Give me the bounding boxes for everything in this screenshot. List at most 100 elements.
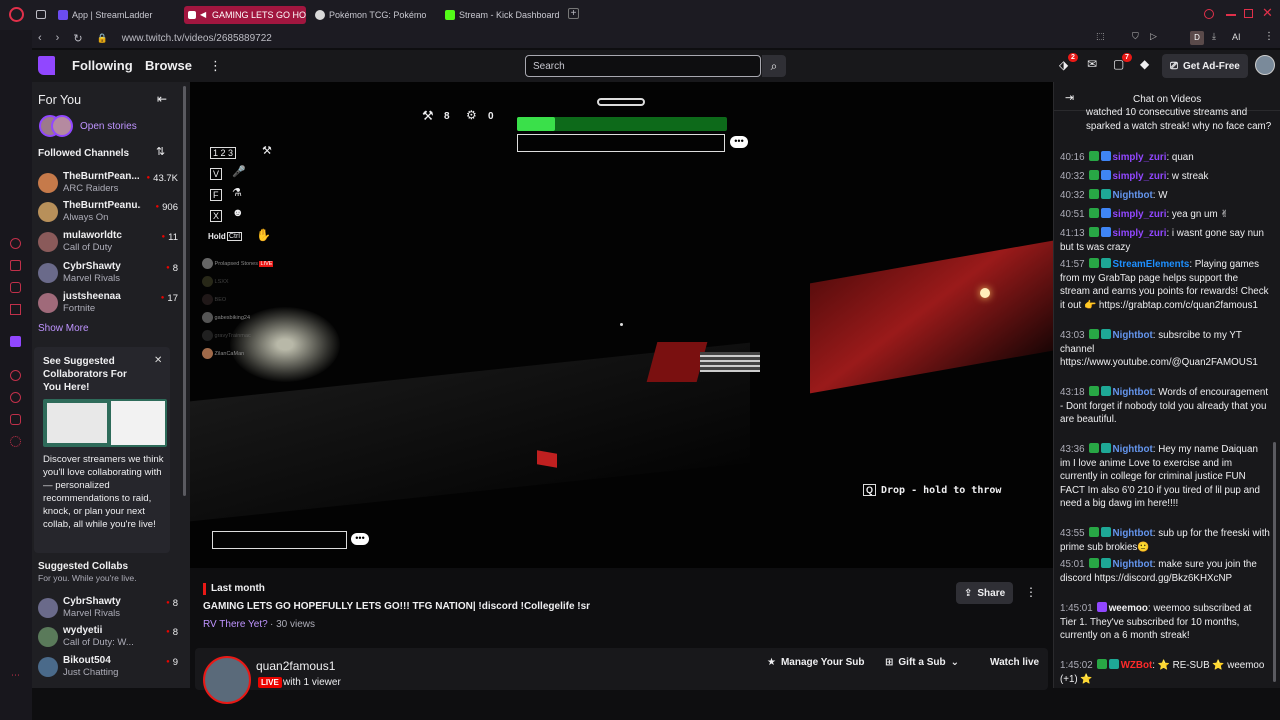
player-list: Prolapsed Stones LIVE LSXX BEO gabesbiki… — [202, 258, 322, 364]
share-button[interactable]: ⇪ Share — [956, 582, 1014, 604]
badge-icon — [1088, 527, 1099, 537]
video-views: · 30 views — [270, 619, 316, 630]
suggest-collab-card: See Suggested Collaborators For You Here… — [34, 347, 170, 553]
history-icon[interactable] — [10, 392, 21, 403]
gmail-icon[interactable] — [10, 304, 21, 315]
tab-twitch-video[interactable]: ◀ GAMING LETS GO HO — [184, 6, 306, 24]
back-arrow-icon[interactable]: ‹ — [38, 32, 42, 44]
bookmark-page-icon[interactable]: ⬚ — [1096, 31, 1105, 42]
speed-dial-icon[interactable] — [10, 238, 21, 249]
preview-panel — [111, 401, 165, 445]
more-rail-icon[interactable]: ⋯ — [11, 670, 20, 681]
search-button[interactable]: ⌕ — [762, 55, 786, 77]
channel-avatar — [38, 598, 58, 618]
player-entry: gabesbiking24 — [202, 312, 250, 323]
twitch-logo-icon[interactable] — [38, 56, 55, 75]
channel-name[interactable]: quan2famous1 — [256, 659, 335, 673]
profile-avatar[interactable]: D — [1190, 31, 1204, 45]
channel-avatar — [38, 657, 58, 677]
chat-message: 1:45:02 WZBot: ⭐ RE-SUB ⭐ weemoo (+1) ⭐ — [1060, 659, 1265, 685]
inbox-icon[interactable]: ✉ — [1087, 57, 1097, 71]
collab-channel-row[interactable]: wydyetii Call of Duty: W... 8 — [38, 625, 178, 653]
close-window-button[interactable]: ✕ — [1262, 5, 1273, 21]
player-entry: Prolapsed Stones LIVE — [202, 258, 274, 269]
minimize-button[interactable] — [1226, 14, 1236, 16]
bits-icon[interactable]: ◆ — [1140, 57, 1149, 71]
settings-gear-icon[interactable] — [10, 436, 21, 447]
browser-menu-icon[interactable]: ⋮ — [1264, 31, 1274, 42]
reload-icon[interactable]: ↻ — [73, 32, 82, 45]
more-options-icon[interactable]: ⋮ — [1025, 585, 1037, 599]
followed-channel-row[interactable]: TheBurntPeanu... Always On 906 — [38, 200, 178, 228]
opera-sidebar-rail: ⋯ — [0, 30, 32, 720]
moderator-icon — [1100, 443, 1111, 453]
player-avatar — [202, 330, 213, 341]
preview-panel — [47, 403, 107, 443]
nav-browse-link[interactable]: Browse — [145, 58, 192, 73]
scene-stairs — [700, 352, 760, 372]
followed-channel-row[interactable]: CybrShawty Marvel Rivals 8 — [38, 261, 178, 289]
suggest-card-title: See Suggested Collaborators For You Here… — [43, 356, 127, 393]
gift-sub-button[interactable]: ⊞ Gift a Sub ⌄ — [877, 652, 967, 672]
collapse-chat-icon[interactable]: ⇥ — [1065, 91, 1074, 104]
close-card-icon[interactable]: ✕ — [154, 355, 162, 366]
tab-overview-icon[interactable] — [36, 10, 46, 19]
search-tabs-icon[interactable] — [1204, 9, 1214, 19]
forward-arrow-icon[interactable]: › — [56, 32, 60, 44]
followed-channels-heading: Followed Channels — [38, 148, 130, 159]
messenger-icon[interactable] — [10, 282, 21, 293]
chat-scrollbar[interactable] — [1273, 442, 1276, 682]
stories-avatars[interactable] — [39, 115, 75, 137]
crosshair — [620, 323, 623, 326]
bookmarks-icon[interactable] — [10, 260, 21, 271]
player-entry: gravyTrainmac — [202, 330, 251, 341]
prime-loot-icon[interactable]: ⬗ — [1059, 58, 1068, 72]
watch-live-button[interactable]: Watch live — [982, 652, 1047, 672]
play-icon[interactable]: ▷ — [1150, 31, 1157, 42]
aria-ai-button[interactable]: AI — [1232, 32, 1241, 42]
shield-icon[interactable]: ⛉ — [1132, 31, 1139, 42]
download-icon[interactable]: ⤓ — [1212, 31, 1216, 42]
open-stories-link[interactable]: Open stories — [80, 121, 137, 132]
suggest-card-preview-image — [43, 399, 167, 447]
player-icon[interactable] — [10, 370, 21, 381]
badge-icon — [1088, 558, 1099, 568]
channel-avatar — [38, 173, 58, 193]
channel-avatar — [38, 627, 58, 647]
url-text[interactable]: www.twitch.tv/videos/2685889722 — [122, 33, 272, 44]
wrench-icon: ⚒ — [422, 108, 434, 123]
opera-logo-icon[interactable] — [9, 7, 24, 22]
collab-channel-row[interactable]: CybrShawty Marvel Rivals 8 — [38, 596, 178, 624]
keybind-hint: F — [210, 189, 222, 201]
chat-message: 43:55 Nightbot: sub up for the freeski wi… — [1060, 527, 1270, 553]
collab-channel-row[interactable]: Bikout504 Just Chatting 9 — [38, 655, 178, 683]
extensions-icon[interactable] — [10, 414, 21, 425]
tab-kick-dashboard[interactable]: Stream - Kick Dashboard — [445, 6, 565, 24]
video-game-link[interactable]: RV There Yet? — [203, 619, 268, 630]
address-bar: ‹ › ↻ 🔒 www.twitch.tv/videos/2685889722 … — [32, 28, 1280, 48]
show-more-link[interactable]: Show More — [38, 323, 89, 334]
followed-channel-row[interactable]: mulaworldtc Call of Duty 11 — [38, 230, 178, 258]
tab-pokemon-tcg[interactable]: Pokémon TCG: Pokémon — [315, 6, 427, 24]
sidebar-scrollbar[interactable] — [183, 86, 186, 496]
tab-streamladder[interactable]: App | StreamLadder — [58, 6, 178, 24]
search-input[interactable]: Search — [525, 55, 761, 77]
video-player[interactable]: ⚒ 8 ⚙ 0 ••• 1 2 3 ⚒ V 🎤 F ⚗ X ☻ Hold Ctr… — [190, 82, 1053, 568]
channel-avatar — [38, 232, 58, 252]
manage-sub-button[interactable]: ★ Manage Your Sub — [759, 652, 873, 672]
channel-card: quan2famous1 LIVE with 1 viewer ★ Manage… — [195, 648, 1048, 704]
channel-avatar[interactable] — [203, 656, 251, 704]
drop-hint-text: Drop - hold to throw — [881, 485, 1002, 496]
user-avatar[interactable] — [1255, 55, 1275, 75]
badge-icon — [1088, 208, 1099, 218]
maximize-button[interactable] — [1244, 9, 1253, 18]
more-options-icon[interactable]: ⋮ — [209, 58, 222, 74]
get-ad-free-button[interactable]: ⎚ Get Ad-Free — [1162, 54, 1248, 78]
sort-icon[interactable]: ⇅ — [156, 145, 165, 158]
new-tab-button[interactable]: + — [568, 8, 579, 19]
followed-channel-row[interactable]: TheBurntPean... ARC Raiders 43.7K — [38, 171, 178, 199]
nav-following-link[interactable]: Following — [72, 58, 133, 73]
followed-channel-row[interactable]: justsheenaa Fortnite 17 — [38, 291, 178, 319]
twitch-sidebar-icon[interactable] — [10, 336, 21, 347]
collapse-sidebar-icon[interactable]: ⇤ — [157, 92, 167, 106]
